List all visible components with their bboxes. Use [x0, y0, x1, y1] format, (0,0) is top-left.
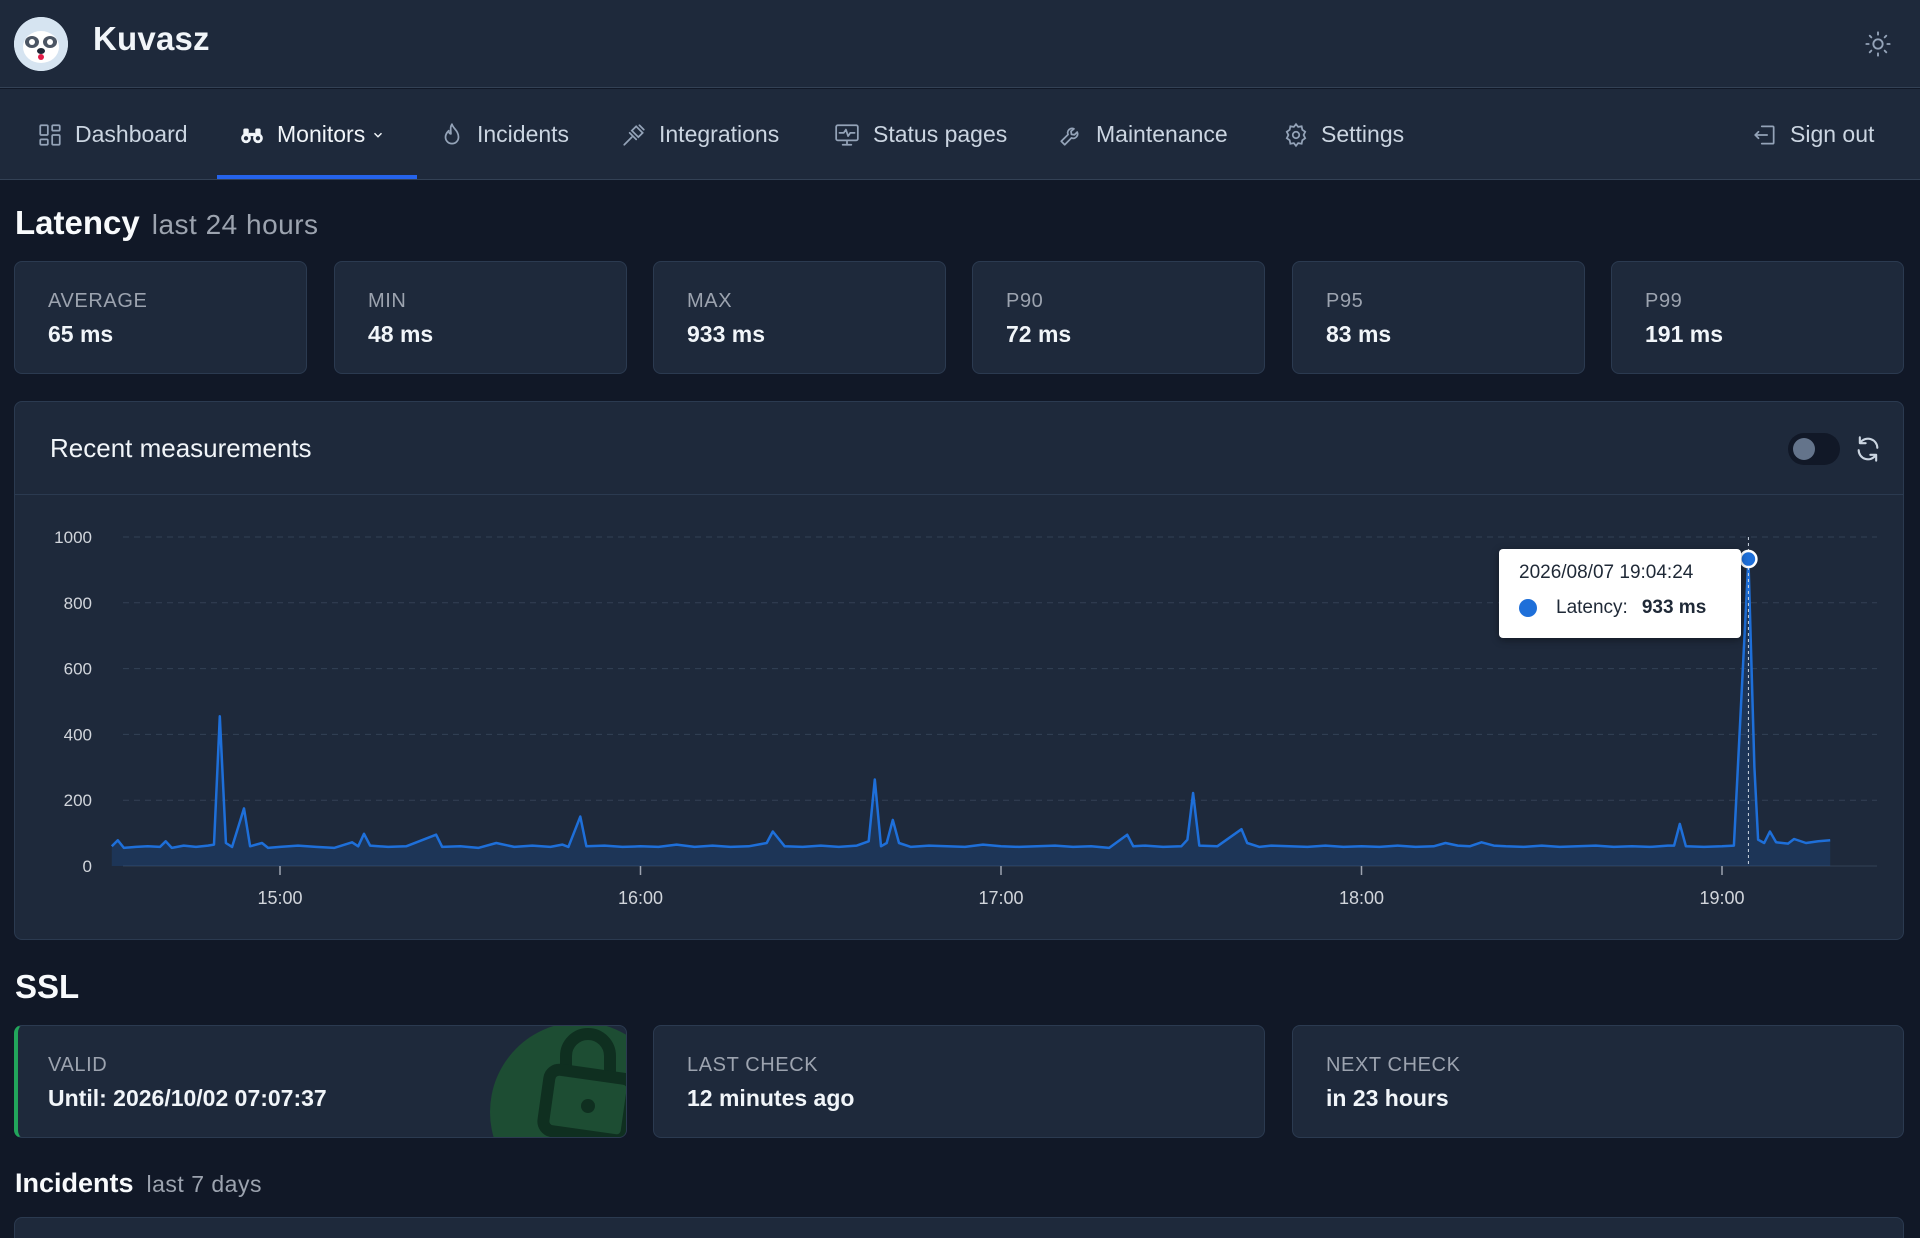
recent-measurements-card: Recent measurements 0 200 400 600 800 1000 15:…	[14, 401, 1904, 940]
stat-value: 65 ms	[48, 321, 114, 347]
y-tick-label: 800	[64, 594, 92, 613]
stat-label: AVERAGE	[48, 290, 148, 312]
stat-value: 83 ms	[1326, 321, 1392, 347]
y-tick-label: 200	[64, 791, 92, 810]
sign-out-button[interactable]: Sign out	[1752, 89, 1874, 180]
tooltip-series-dot	[1519, 599, 1537, 617]
nav-incidents-label: Incidents	[477, 121, 570, 147]
x-tick-label: 16:00	[618, 888, 663, 908]
stat-min: MIN 48 ms	[334, 261, 627, 374]
stat-p95: P95 83 ms	[1292, 261, 1585, 374]
latency-title: Latency	[15, 204, 140, 241]
nav-settings-label: Settings	[1321, 121, 1405, 147]
incidents-card	[14, 1217, 1904, 1238]
nav-integrations-label: Integrations	[659, 121, 780, 147]
top-bar: Kuvasz	[0, 0, 1920, 88]
stat-value: 48 ms	[368, 321, 434, 347]
stat-p99: P99 191 ms	[1611, 261, 1904, 374]
y-tick-label: 1000	[54, 528, 92, 547]
tooltip-date: 2026/08/07 19:04:24	[1519, 562, 1694, 583]
chart-header: Recent measurements	[15, 402, 1903, 495]
sign-out-label: Sign out	[1790, 121, 1875, 147]
x-tick-label: 15:00	[257, 888, 302, 908]
refresh-icon	[1857, 436, 1879, 462]
ssl-last-check-card: LAST CHECK 12 minutes ago	[653, 1025, 1265, 1138]
sun-icon[interactable]	[1862, 28, 1894, 60]
ssl-valid-value: Until: 2026/10/02 07:07:37	[48, 1085, 327, 1111]
nav-incidents[interactable]: Incidents	[439, 89, 569, 180]
ssl-last-check-value: 12 minutes ago	[687, 1085, 855, 1111]
stat-average: AVERAGE 65 ms	[14, 261, 307, 374]
x-tick-label: 18:00	[1339, 888, 1384, 908]
stat-label: P90	[1006, 290, 1044, 312]
stat-label: P95	[1326, 290, 1364, 312]
main-nav: Dashboard Monitors Incidents Integration…	[0, 89, 1920, 180]
auto-refresh-toggle[interactable]	[1788, 433, 1840, 465]
chart-title: Recent measurements	[50, 433, 312, 463]
incidents-title: Incidents	[15, 1168, 134, 1198]
nav-dashboard[interactable]: Dashboard	[37, 89, 188, 180]
toggle-knob	[1793, 438, 1815, 460]
stat-label: P99	[1645, 290, 1683, 312]
y-tick-label: 0	[83, 857, 92, 876]
active-tab-indicator	[217, 175, 417, 179]
tooltip-row: Latency: 933 ms	[1519, 597, 1741, 619]
stat-label: MAX	[687, 290, 733, 312]
nav-monitors[interactable]: Monitors	[239, 89, 385, 180]
monitor-pulse-icon	[835, 123, 859, 146]
incidents-subtitle: last 7 days	[146, 1171, 262, 1197]
hover-point	[1739, 549, 1758, 569]
latency-section-title: Latency last 24 hours	[15, 204, 319, 242]
nav-settings[interactable]: Settings	[1283, 89, 1404, 180]
app-logo[interactable]	[14, 17, 68, 71]
x-tick-label: 19:00	[1699, 888, 1744, 908]
latency-subtitle: last 24 hours	[151, 209, 319, 240]
ssl-next-check-card: NEXT CHECK in 23 hours	[1292, 1025, 1904, 1138]
wrench-icon	[1060, 127, 1079, 146]
app-title: Kuvasz	[93, 20, 210, 57]
ssl-valid-label: VALID	[48, 1054, 108, 1076]
ssl-next-check-value: in 23 hours	[1326, 1085, 1449, 1111]
ssl-last-check-label: LAST CHECK	[687, 1054, 819, 1076]
y-tick-label: 600	[64, 660, 92, 679]
nav-integrations[interactable]: Integrations	[621, 89, 779, 180]
gear-icon	[1285, 122, 1307, 147]
stat-max: MAX 933 ms	[653, 261, 946, 374]
nav-status-pages-label: Status pages	[873, 121, 1008, 147]
y-tick-label: 400	[64, 725, 92, 744]
ssl-section-title: SSL	[15, 968, 80, 1005]
binoculars-icon	[241, 128, 263, 143]
tooltip-value: 933 ms	[1641, 597, 1707, 618]
chevron-down-icon	[374, 132, 383, 138]
chart-tooltip: 2026/08/07 19:04:24 Latency: 933 ms	[1499, 549, 1741, 638]
stat-label: MIN	[368, 290, 407, 312]
stat-value: 933 ms	[687, 321, 766, 347]
x-tick-label: 17:00	[978, 888, 1023, 908]
nav-monitors-label: Monitors	[277, 121, 366, 147]
stat-value: 191 ms	[1645, 321, 1724, 347]
ssl-valid-card: VALID Until: 2026/10/02 07:07:37	[14, 1025, 627, 1138]
stat-p90: P90 72 ms	[972, 261, 1265, 374]
lock-icon	[537, 1028, 626, 1137]
nav-dashboard-label: Dashboard	[75, 121, 188, 147]
nav-status-pages[interactable]: Status pages	[833, 89, 1007, 180]
dashboard-icon	[39, 123, 61, 146]
nav-maintenance[interactable]: Maintenance	[1058, 89, 1228, 180]
incidents-section-title: Incidents last 7 days	[15, 1168, 262, 1199]
ssl-next-check-label: NEXT CHECK	[1326, 1054, 1461, 1076]
nav-maintenance-label: Maintenance	[1096, 121, 1228, 147]
flame-icon	[444, 122, 460, 145]
stat-value: 72 ms	[1006, 321, 1072, 347]
plug-icon	[623, 123, 645, 146]
sign-out-icon	[1754, 124, 1775, 145]
tooltip-label: Latency:	[1556, 597, 1628, 618]
refresh-button[interactable]	[1852, 433, 1884, 465]
